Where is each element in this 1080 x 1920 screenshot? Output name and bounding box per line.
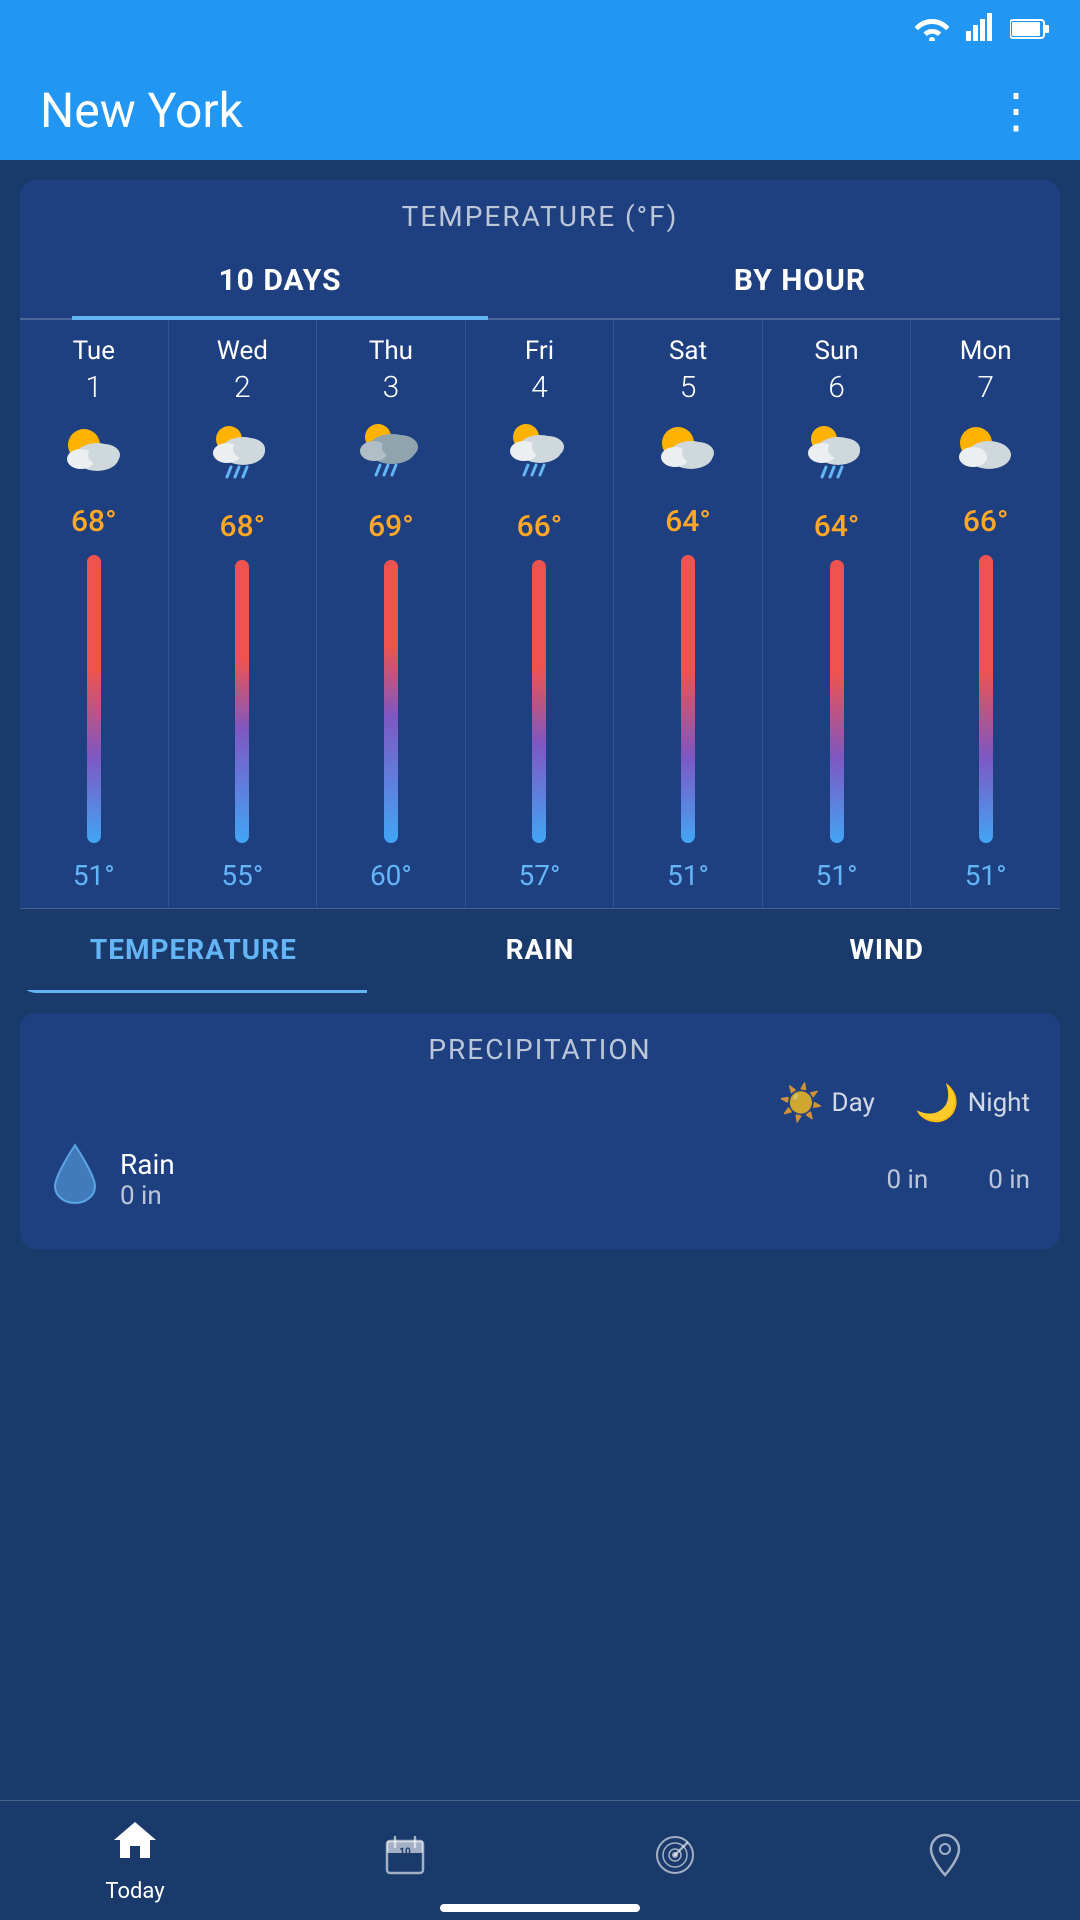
radar-icon <box>653 1833 697 1888</box>
temp-bar-thu: 60° <box>325 552 457 892</box>
weather-icon-mon <box>951 415 1021 494</box>
high-temp-tue: 68° <box>71 504 117 539</box>
metric-tab-wind[interactable]: WIND <box>713 909 1060 993</box>
precipitation-title: PRECIPITATION <box>20 1013 1060 1082</box>
signal-icon <box>966 13 994 48</box>
day-name-thu: Thu <box>369 336 413 366</box>
weather-icon-tue <box>59 415 129 494</box>
day-name-sat: Sat <box>669 336 707 366</box>
day-num-thu: 3 <box>383 370 400 405</box>
day-col-wed: Wed 2 68° 55° <box>169 320 318 908</box>
moon-icon: 🌙 <box>915 1082 960 1124</box>
low-temp-mon: 51° <box>965 859 1007 892</box>
forecast-card: TEMPERATURE (°F) 10 DAYS BY HOUR Tue 1 <box>20 180 1060 993</box>
day-col-sun: Sun 6 64° 51° <box>763 320 912 908</box>
day-col-fri: Fri 4 66° 57° <box>466 320 615 908</box>
low-temp-sun: 51° <box>816 859 858 892</box>
high-temp-thu: 69° <box>368 509 414 544</box>
day-num-mon: 7 <box>977 370 994 405</box>
nav-item-location[interactable] <box>810 1801 1080 1920</box>
day-num-sun: 6 <box>828 370 845 405</box>
home-indicator <box>440 1904 640 1912</box>
day-num-wed: 2 <box>234 370 251 405</box>
battery-icon <box>1010 14 1050 47</box>
weather-icon-wed <box>207 415 277 499</box>
tab-by-hour[interactable]: BY HOUR <box>540 243 1060 318</box>
weather-icon-fri <box>504 415 574 499</box>
day-num-sat: 5 <box>680 370 697 405</box>
day-precip-value: 0 in <box>887 1165 929 1195</box>
weather-icon-sun <box>802 415 872 499</box>
location-icon <box>925 1833 965 1888</box>
svg-text:10: 10 <box>399 1847 411 1858</box>
precipitation-card: PRECIPITATION ☀️ Day 🌙 Night Rain 0 in 0… <box>20 1013 1060 1249</box>
status-bar <box>0 0 1080 60</box>
temp-bar-sun: 51° <box>771 552 903 892</box>
high-temp-mon: 66° <box>963 504 1009 539</box>
day-col-tue: Tue 1 68° 51° <box>20 320 169 908</box>
weather-icon-sat <box>653 415 723 494</box>
day-name-mon: Mon <box>960 336 1012 366</box>
tab-10days[interactable]: 10 DAYS <box>20 243 540 318</box>
metric-tab-rain[interactable]: RAIN <box>367 909 714 993</box>
temp-bar-mon: 51° <box>919 547 1052 892</box>
forecast-tabs: 10 DAYS BY HOUR <box>20 243 1060 320</box>
days-forecast: Tue 1 68° 51° Wed 2 <box>20 320 1060 908</box>
rain-drop-icon <box>50 1140 100 1219</box>
night-precip-value: 0 in <box>988 1165 1030 1195</box>
nav-item-radar[interactable] <box>540 1801 810 1920</box>
day-col-mon: Mon 7 66° 51° <box>911 320 1060 908</box>
metric-tab-temperature[interactable]: TEMPERATURE <box>20 909 367 993</box>
low-temp-sat: 51° <box>667 859 709 892</box>
weather-icon-thu <box>356 415 426 499</box>
day-label: ☀️ Day <box>779 1082 875 1124</box>
low-temp-tue: 51° <box>73 859 115 892</box>
app-bar: New York ⋮ <box>0 60 1080 160</box>
high-temp-wed: 68° <box>220 509 266 544</box>
metric-tabs: TEMPERATURE RAIN WIND <box>20 908 1060 993</box>
night-label: 🌙 Night <box>915 1082 1030 1124</box>
rain-label: Rain 0 in <box>120 1148 867 1211</box>
bottom-navigation: Today 10 <box>0 1800 1080 1920</box>
low-temp-thu: 60° <box>370 859 412 892</box>
day-col-thu: Thu 3 69° 60° <box>317 320 466 908</box>
more-options-button[interactable]: ⋮ <box>992 82 1040 139</box>
city-title: New York <box>40 82 243 139</box>
home-icon <box>112 1818 158 1873</box>
high-temp-sat: 64° <box>665 504 711 539</box>
temp-bar-sat: 51° <box>622 547 754 892</box>
high-temp-sun: 64° <box>814 509 860 544</box>
low-temp-wed: 55° <box>221 859 263 892</box>
low-temp-fri: 57° <box>519 859 561 892</box>
day-name-fri: Fri <box>525 336 554 366</box>
rain-row: Rain 0 in 0 in 0 in <box>20 1130 1060 1229</box>
temp-bar-wed: 55° <box>177 552 309 892</box>
section-temperature-label: TEMPERATURE (°F) <box>20 180 1060 243</box>
nav-item-today[interactable]: Today <box>0 1801 270 1920</box>
day-num-tue: 1 <box>85 370 102 405</box>
day-col-sat: Sat 5 64° 51° <box>614 320 763 908</box>
day-name-wed: Wed <box>217 336 268 366</box>
nav-label-today: Today <box>105 1879 164 1904</box>
temp-bar-fri: 57° <box>474 552 606 892</box>
high-temp-fri: 66° <box>517 509 563 544</box>
calendar-icon: 10 <box>383 1833 427 1888</box>
day-num-fri: 4 <box>531 370 548 405</box>
sun-icon: ☀️ <box>779 1082 824 1124</box>
wifi-icon <box>914 13 950 48</box>
temp-bar-tue: 51° <box>28 547 160 892</box>
day-night-header: ☀️ Day 🌙 Night <box>20 1082 1060 1124</box>
day-name-sun: Sun <box>815 336 859 366</box>
nav-item-calendar[interactable]: 10 <box>270 1801 540 1920</box>
day-name-tue: Tue <box>73 336 115 366</box>
